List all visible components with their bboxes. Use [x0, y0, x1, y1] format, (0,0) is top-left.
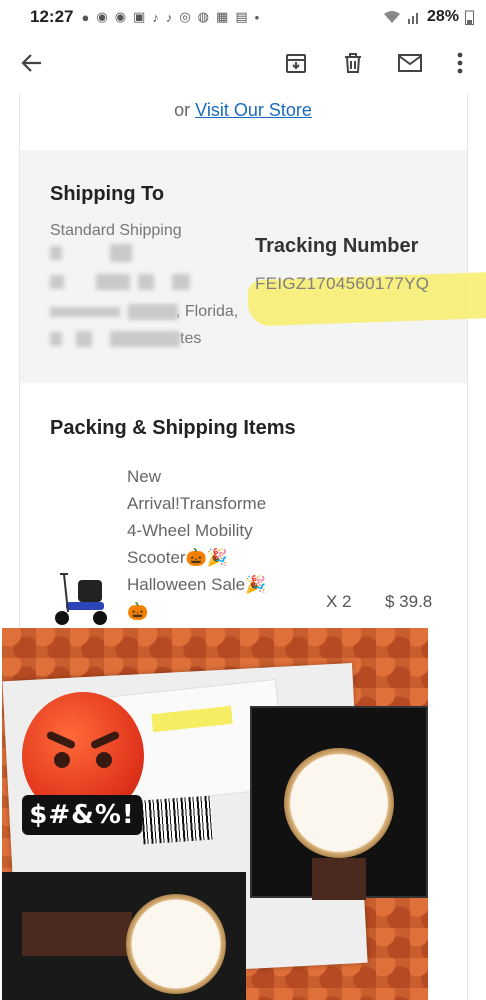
notification-icon: ♪ [152, 9, 159, 25]
watch-face [284, 748, 394, 858]
battery-level: 28% [426, 8, 459, 25]
item-quantity: X 2 [326, 592, 352, 611]
archive-button[interactable] [279, 46, 313, 80]
watch-strap [312, 858, 366, 900]
more-options-button[interactable] [443, 46, 477, 80]
package-photo: $#&%! [2, 628, 428, 1000]
notification-icon: ◎ [179, 9, 191, 24]
redacted-text [172, 274, 190, 290]
redacted-text [50, 275, 64, 289]
back-arrow-icon [21, 54, 41, 72]
address-line-2 [50, 274, 190, 290]
redacted-text [110, 244, 132, 262]
packing-items-heading: Packing & Shipping Items [50, 417, 296, 439]
wifi-icon [383, 11, 400, 23]
shipping-panel: Shipping To Standard Shipping , Florida,… [20, 150, 486, 383]
notification-icon: ▦ [216, 9, 229, 24]
angry-brow [45, 730, 77, 750]
watch-strap-2 [22, 912, 132, 956]
scooter-product-image[interactable] [50, 570, 112, 628]
notification-icon: ♪ [165, 9, 173, 25]
notification-icon: • [254, 9, 260, 25]
item-name[interactable]: New Arrival!Transforme 4-Wheel Mobility … [127, 463, 287, 625]
store-line: or Visit Our Store [0, 100, 486, 121]
notification-icon: ● [81, 9, 90, 25]
delete-icon [345, 53, 361, 73]
censored-swear-bar: $#&%! [22, 795, 142, 835]
status-time: 12:27 [30, 7, 74, 26]
store-prefix: or [174, 100, 191, 120]
watch-box-2 [2, 872, 246, 1000]
watch-box [250, 706, 428, 900]
item-price: $ 39.8 [385, 592, 433, 611]
mail-icon [398, 54, 422, 72]
address-line-3: , Florida, [50, 303, 238, 321]
notification-icon: ◍ [197, 9, 210, 24]
angry-eye [54, 752, 70, 768]
redacted-text [50, 332, 62, 346]
angry-brow [89, 730, 121, 750]
more-vert-icon [457, 52, 463, 74]
notification-icons: ● ◉ ◉ ▣ ♪ ♪ ◎ ◍ ▦ ▤ • [81, 9, 259, 25]
archive-icon [286, 54, 306, 73]
redacted-text [128, 304, 178, 320]
visit-store-link[interactable]: Visit Our Store [195, 100, 312, 120]
status-right: 28% [383, 8, 474, 26]
back-button[interactable] [15, 46, 49, 80]
notification-icon: ▣ [133, 9, 146, 24]
tracking-number-heading: Tracking Number [255, 235, 419, 257]
mail-button[interactable] [393, 46, 427, 80]
address-line-1 [50, 244, 132, 262]
angry-eye [96, 752, 112, 768]
shipping-to-heading: Shipping To [50, 183, 165, 205]
address-line-4: tes [50, 330, 201, 348]
redacted-text [138, 274, 154, 290]
shipping-method: Standard Shipping [50, 222, 182, 239]
address-state: , Florida, [176, 303, 239, 320]
redacted-text [50, 246, 62, 260]
app-toolbar [0, 34, 486, 92]
status-bar: 12:27 ● ◉ ◉ ▣ ♪ ♪ ◎ ◍ ▦ ▤ • 28% [0, 0, 486, 34]
watch-face-2 [126, 894, 226, 994]
notification-icon: ◉ [96, 9, 108, 24]
delete-button[interactable] [336, 46, 370, 80]
barcode [140, 795, 214, 845]
address-country: tes [180, 330, 202, 347]
notification-icon: ◉ [114, 9, 127, 24]
redacted-text [50, 307, 120, 317]
signal-icon [407, 13, 418, 24]
battery-icon [465, 10, 474, 25]
redacted-text [110, 331, 180, 347]
notification-icon: ▤ [235, 9, 248, 24]
redacted-text [76, 331, 92, 347]
tracking-number[interactable]: FEIGZ1704560177YQ [255, 274, 429, 294]
redacted-text [96, 274, 130, 290]
